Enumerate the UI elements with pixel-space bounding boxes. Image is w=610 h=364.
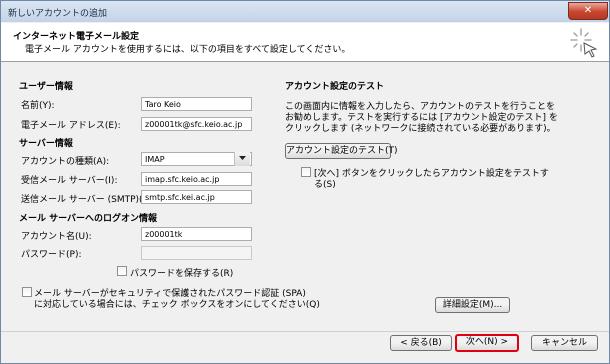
remember-password-label: パスワードを保存する(R) (130, 269, 234, 279)
auto-test-label-line1: [次へ] ボタンをクリックしたらアカウント設定をテストす (314, 169, 549, 179)
user-info-heading: ユーザー情報 (19, 82, 73, 92)
name-label: 名前(Y): (21, 101, 55, 111)
more-settings-button[interactable]: 詳細設定(M)... (435, 297, 510, 313)
header-banner: インターネット電子メール設定 電子メール アカウントを使用するには、以下の項目を… (1, 23, 609, 62)
email-label: 電子メール アドレス(E): (21, 121, 121, 131)
title-bar: 新しいアカウントの追加 ✕ (1, 1, 609, 22)
outgoing-server-label: 送信メール サーバー (SMTP)(O): (21, 195, 157, 205)
spa-checkbox[interactable] (22, 287, 32, 297)
account-type-label: アカウントの種類(A): (21, 157, 110, 167)
back-button[interactable]: < 戻る(B) (390, 335, 452, 351)
password-input[interactable] (141, 246, 252, 260)
next-button[interactable]: 次へ(N) > (455, 334, 519, 352)
remember-password-checkbox[interactable] (117, 266, 127, 276)
spa-label-line2: に対応している場合には、チェック ボックスをオンにしてください(Q) (34, 300, 320, 310)
incoming-server-input[interactable]: imap.sfc.keio.ac.jp (141, 172, 252, 186)
account-name-input[interactable]: z00001tk (141, 227, 252, 241)
incoming-server-label: 受信メール サーバー(I): (21, 176, 118, 186)
name-input[interactable]: Taro Keio (141, 97, 252, 111)
auto-test-checkbox[interactable] (301, 167, 311, 177)
test-heading: アカウント設定のテスト (285, 82, 385, 92)
test-account-settings-button[interactable]: アカウント設定のテスト(T) (285, 143, 398, 159)
account-name-label: アカウント名(U): (21, 232, 92, 242)
logon-info-heading: メール サーバーへのログオン情報 (19, 214, 158, 224)
auto-test-label-line2: る(S) (314, 180, 336, 190)
sparkle-icon (570, 28, 598, 58)
footer-divider (1, 331, 609, 332)
header-subtitle: 電子メール アカウントを使用するには、以下の項目をすべて設定してください。 (25, 45, 351, 55)
password-label: パスワード(P): (21, 250, 82, 260)
outgoing-server-input[interactable]: smtp.sfc.kei.ac.jp (141, 190, 252, 204)
header-title: インターネット電子メール設定 (13, 32, 140, 42)
window-title: 新しいアカウントの追加 (8, 9, 108, 19)
add-account-dialog: 新しいアカウントの追加 ✕ インターネット電子メール設定 電子メール アカウント… (0, 0, 610, 364)
chevron-down-icon[interactable] (234, 152, 250, 166)
server-info-heading: サーバー情報 (19, 139, 73, 149)
email-input[interactable]: z00001tk@sfc.keio.ac.jp (141, 117, 252, 131)
test-description-line3: クリックします (ネットワークに接続されている必要があります)。 (285, 124, 556, 134)
cancel-button[interactable]: キャンセル (531, 335, 598, 351)
close-button[interactable]: ✕ (568, 2, 608, 20)
